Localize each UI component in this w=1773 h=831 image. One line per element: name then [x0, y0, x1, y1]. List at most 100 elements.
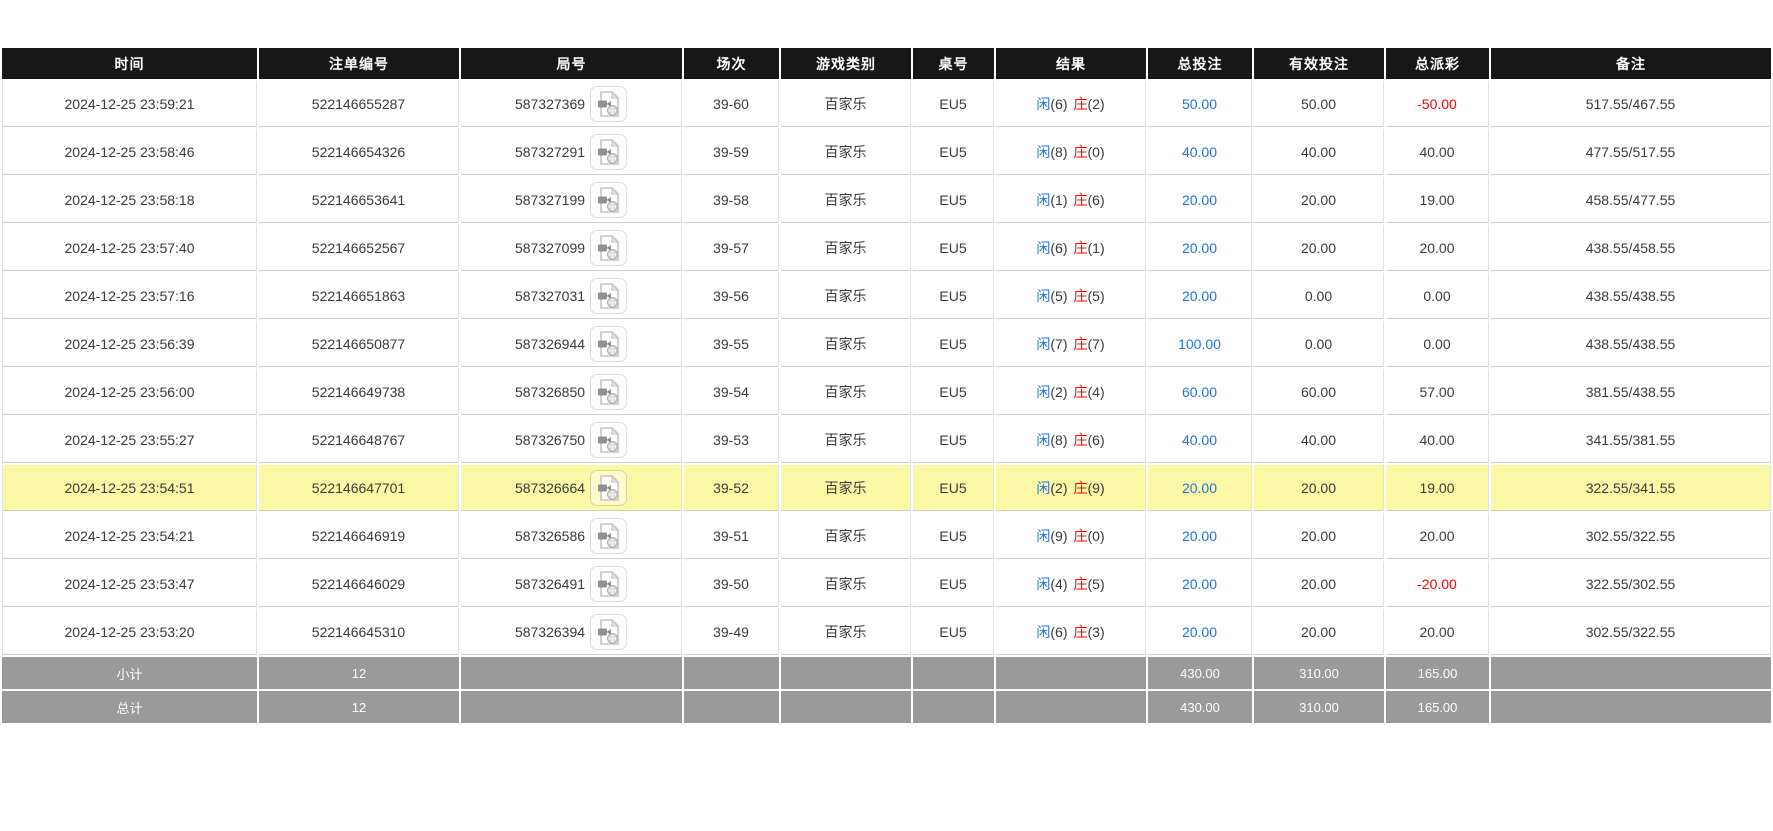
time-cell: 2024-12-25 23:56:00	[2, 369, 257, 415]
result-player-score: (2)	[1050, 480, 1067, 496]
video-replay-icon	[597, 475, 620, 501]
total-bet-link[interactable]: 20.00	[1182, 480, 1217, 496]
summary-empty-cell	[684, 691, 779, 723]
result-cell: 闲(8)庄(6)	[996, 417, 1146, 463]
game-type-cell: 百家乐	[781, 561, 911, 607]
bet-record-row: 2024-12-25 23:58:46 522146654326 5873272…	[2, 129, 1771, 175]
time-cell: 2024-12-25 23:53:20	[2, 609, 257, 655]
game-type-cell: 百家乐	[781, 417, 911, 463]
table-no-cell: EU5	[913, 225, 994, 271]
round-cell: 587327291	[461, 129, 682, 175]
total-bet-link[interactable]: 20.00	[1182, 576, 1217, 592]
video-replay-button[interactable]	[590, 566, 627, 602]
time-cell: 2024-12-25 23:57:16	[2, 273, 257, 319]
valid-bet-cell: 20.00	[1254, 609, 1384, 655]
result-banker-label: 庄	[1074, 528, 1088, 544]
bet-record-row: 2024-12-25 23:53:47 522146646029 5873264…	[2, 561, 1771, 607]
video-replay-button[interactable]	[590, 614, 627, 650]
payout-cell: -50.00	[1386, 81, 1489, 127]
video-replay-button[interactable]	[590, 422, 627, 458]
round-cell: 587326750	[461, 417, 682, 463]
time-cell: 2024-12-25 23:55:27	[2, 417, 257, 463]
valid-bet-cell: 0.00	[1254, 273, 1384, 319]
remark-cell: 322.55/341.55	[1491, 465, 1771, 511]
result-cell: 闲(8)庄(0)	[996, 129, 1146, 175]
bet-id-cell: 522146651863	[259, 273, 459, 319]
result-cell: 闲(5)庄(5)	[996, 273, 1146, 319]
game-type-cell: 百家乐	[781, 129, 911, 175]
result-banker-score: (1)	[1088, 240, 1105, 256]
round-number: 587326491	[515, 576, 585, 592]
summary-empty-cell	[1491, 691, 1771, 723]
payout-cell: 19.00	[1386, 465, 1489, 511]
round-number: 587326850	[515, 384, 585, 400]
summary-empty-cell	[461, 691, 682, 723]
total-bet-link[interactable]: 100.00	[1178, 336, 1221, 352]
summary-valid-bet-cell: 310.00	[1254, 691, 1384, 723]
total-bet-link[interactable]: 20.00	[1182, 624, 1217, 640]
table-no-cell: EU5	[913, 177, 994, 223]
valid-bet-cell: 60.00	[1254, 369, 1384, 415]
bet-record-row: 2024-12-25 23:59:21 522146655287 5873273…	[2, 81, 1771, 127]
video-replay-icon	[597, 283, 620, 309]
time-cell: 2024-12-25 23:54:21	[2, 513, 257, 559]
valid-bet-cell: 20.00	[1254, 465, 1384, 511]
total-bet-cell: 20.00	[1148, 609, 1252, 655]
round-number: 587327369	[515, 96, 585, 112]
video-replay-button[interactable]	[590, 278, 627, 314]
video-replay-button[interactable]	[590, 326, 627, 362]
result-player-label: 闲	[1036, 240, 1050, 256]
game-type-cell: 百家乐	[781, 177, 911, 223]
total-bet-link[interactable]: 40.00	[1182, 144, 1217, 160]
summary-count-cell: 12	[259, 691, 459, 723]
round-cell: 587326944	[461, 321, 682, 367]
payout-cell: 40.00	[1386, 129, 1489, 175]
summary-empty-cell	[913, 691, 994, 723]
round-wrap: 587326944	[515, 326, 627, 362]
bet-records-table: 时间注单编号局号场次游戏类别桌号结果总投注有效投注总派彩备注 2024-12-2…	[0, 46, 1773, 725]
bet-id-cell: 522146649738	[259, 369, 459, 415]
result-banker-label: 庄	[1074, 480, 1088, 496]
total-bet-link[interactable]: 20.00	[1182, 528, 1217, 544]
video-replay-button[interactable]	[590, 134, 627, 170]
payout-cell: 20.00	[1386, 609, 1489, 655]
video-replay-button[interactable]	[590, 518, 627, 554]
video-replay-button[interactable]	[590, 230, 627, 266]
result-player-label: 闲	[1036, 192, 1050, 208]
col-header-session: 场次	[684, 48, 779, 79]
result-banker-label: 庄	[1074, 432, 1088, 448]
round-cell: 587327199	[461, 177, 682, 223]
time-cell: 2024-12-25 23:53:47	[2, 561, 257, 607]
total-bet-cell: 20.00	[1148, 513, 1252, 559]
total-bet-link[interactable]: 40.00	[1182, 432, 1217, 448]
video-replay-button[interactable]	[590, 182, 627, 218]
round-number: 587327031	[515, 288, 585, 304]
game-type-cell: 百家乐	[781, 273, 911, 319]
video-replay-button[interactable]	[590, 86, 627, 122]
payout-cell: 0.00	[1386, 321, 1489, 367]
result-player-score: (7)	[1050, 336, 1067, 352]
round-number: 587326586	[515, 528, 585, 544]
table-no-cell: EU5	[913, 369, 994, 415]
total-bet-link[interactable]: 20.00	[1182, 240, 1217, 256]
total-bet-cell: 40.00	[1148, 129, 1252, 175]
remark-cell: 477.55/517.55	[1491, 129, 1771, 175]
result-banker-score: (3)	[1088, 624, 1105, 640]
result-player-score: (9)	[1050, 528, 1067, 544]
video-replay-button[interactable]	[590, 470, 627, 506]
round-cell: 587326586	[461, 513, 682, 559]
valid-bet-cell: 20.00	[1254, 513, 1384, 559]
session-cell: 39-57	[684, 225, 779, 271]
video-replay-button[interactable]	[590, 374, 627, 410]
total-bet-link[interactable]: 20.00	[1182, 288, 1217, 304]
bet-id-cell: 522146646029	[259, 561, 459, 607]
total-bet-link[interactable]: 20.00	[1182, 192, 1217, 208]
result-banker-score: (5)	[1088, 576, 1105, 592]
total-bet-link[interactable]: 60.00	[1182, 384, 1217, 400]
result-banker-label: 庄	[1074, 96, 1088, 112]
bet-id-cell: 522146648767	[259, 417, 459, 463]
summary-label-cell: 小计	[2, 657, 257, 689]
result-cell: 闲(6)庄(2)	[996, 81, 1146, 127]
total-bet-link[interactable]: 50.00	[1182, 96, 1217, 112]
valid-bet-cell: 0.00	[1254, 321, 1384, 367]
